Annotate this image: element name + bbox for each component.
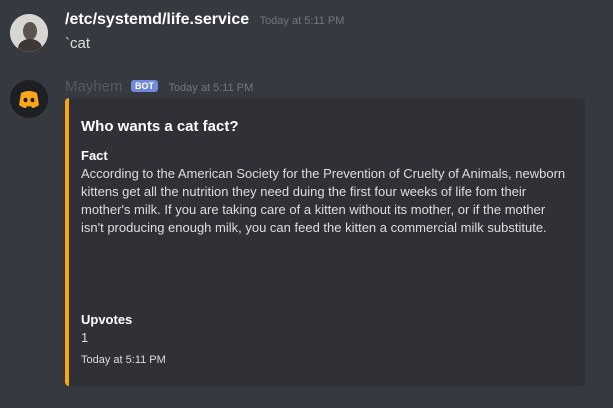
discord-logo-icon [10,80,48,118]
embed-footer-timestamp: Today at 5:11 PM [81,354,166,366]
user-avatar[interactable] [10,14,48,52]
embed-title: Who wants a cat fact? [81,118,239,135]
embed-card: Who wants a cat fact? Fact According to … [65,98,585,386]
bot-tag-badge: BOT [130,80,158,92]
user-photo-icon [10,14,48,52]
field-value-upvotes: 1 [81,330,89,345]
message-header: Mayhem BOT Today at 5:11 PM [65,78,253,96]
username[interactable]: /etc/systemd/life.service [65,11,249,28]
field-value-fact: According to the American Society for th… [81,166,566,235]
timestamp: Today at 5:11 PM [259,15,345,27]
bot-avatar[interactable] [10,80,48,118]
timestamp: Today at 5:11 PM [168,82,254,94]
message-text: `cat [65,35,91,52]
field-name-upvotes: Upvotes [81,312,133,327]
bot-username[interactable]: Mayhem [65,78,123,95]
message-header: /etc/systemd/life.service Today at 5:11 … [65,11,344,29]
field-name-fact: Fact [81,148,108,163]
